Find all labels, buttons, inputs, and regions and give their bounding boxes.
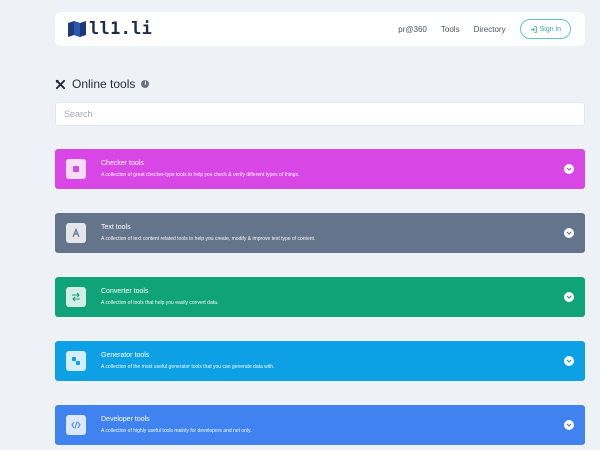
chevron-down-icon[interactable] (564, 420, 574, 430)
category-description: A collection of text content related too… (101, 236, 316, 242)
category-developer-tools[interactable]: Developer tools A collection of highly u… (55, 405, 585, 445)
category-text-tools[interactable]: Text tools A collection of text content … (55, 213, 585, 253)
category-title: Text tools (101, 224, 131, 231)
sign-in-button[interactable]: Sign in (519, 19, 571, 39)
chevron-down-icon[interactable] (564, 292, 574, 302)
category-description: A collection of great checker-type tools… (101, 172, 300, 178)
category-generator-tools[interactable]: Generator tools A collection of the most… (55, 341, 585, 381)
nav-links: pr@360 Tools Directory Sign in (398, 19, 571, 39)
chevron-down-icon[interactable] (564, 164, 574, 174)
category-text: Text tools A collection of text content … (101, 224, 564, 242)
category-text: Checker tools A collection of great chec… (101, 160, 564, 178)
category-description: A collection of tools that help you easi… (101, 300, 219, 306)
code-icon (66, 415, 86, 435)
top-navbar: ll1.li pr@360 Tools Directory Sign in (55, 12, 585, 46)
page-title: Online tools (72, 77, 136, 91)
tools-icon (55, 79, 66, 89)
category-description: A collection of highly useful tools main… (101, 428, 252, 434)
category-title: Generator tools (101, 352, 150, 359)
category-text: Generator tools A collection of the most… (101, 352, 564, 370)
category-description: A collection of the most useful generato… (101, 364, 275, 370)
nav-link-pr360[interactable]: pr@360 (398, 25, 427, 34)
generator-icon (66, 351, 86, 371)
category-title: Converter tools (101, 288, 149, 295)
letter-a-icon (66, 223, 86, 243)
category-text: Developer tools A collection of highly u… (101, 416, 564, 434)
search-input[interactable] (55, 102, 585, 126)
page-title-row: Online tools i (55, 77, 150, 91)
category-title: Developer tools (101, 416, 150, 423)
sign-in-label: Sign in (539, 25, 561, 33)
category-title: Checker tools (101, 160, 144, 167)
category-text: Converter tools A collection of tools th… (101, 288, 564, 306)
sign-in-icon (530, 25, 537, 33)
info-icon[interactable]: i (141, 80, 150, 88)
logo-text: ll1.li (89, 19, 153, 39)
exchange-arrows-icon (66, 287, 86, 307)
nav-link-directory[interactable]: Directory (474, 25, 506, 34)
map-mark-icon (68, 21, 86, 37)
category-checker-tools[interactable]: Checker tools A collection of great chec… (55, 149, 585, 189)
square-check-icon (66, 159, 86, 179)
chevron-down-icon[interactable] (564, 356, 574, 366)
chevron-down-icon[interactable] (564, 228, 574, 238)
logo[interactable]: ll1.li (67, 19, 152, 39)
nav-link-tools[interactable]: Tools (441, 25, 460, 34)
category-converter-tools[interactable]: Converter tools A collection of tools th… (55, 277, 585, 317)
